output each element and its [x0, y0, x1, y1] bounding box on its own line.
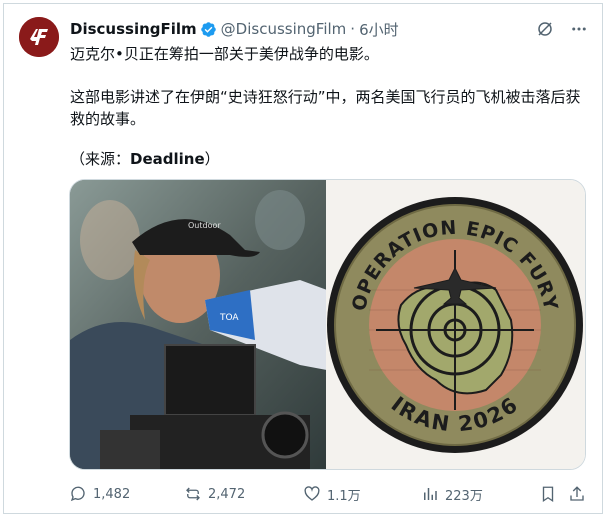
- more-dots-icon: [572, 27, 586, 31]
- grok-button[interactable]: [535, 19, 555, 39]
- more-options-button[interactable]: [569, 19, 589, 39]
- post-time[interactable]: 6小时: [359, 19, 399, 40]
- like-count: 1.1万: [327, 488, 361, 504]
- heart-icon: [304, 486, 320, 501]
- cap-logo-text: Outdoor: [188, 221, 221, 230]
- share-button[interactable]: [568, 485, 586, 503]
- director-photo-illustration: Outdoor TOA: [70, 180, 326, 469]
- director-photo[interactable]: Outdoor TOA: [70, 180, 326, 469]
- like-button[interactable]: 1.1万: [303, 485, 361, 504]
- reply-button[interactable]: 1,482: [69, 485, 130, 503]
- verified-badge-icon: [200, 21, 216, 37]
- bookmark-icon: [542, 486, 554, 503]
- top-actions: [535, 19, 589, 39]
- post-text-line2: 这部电影讲述了在伊朗“史诗狂怒行动”中，两名美国飞行员的飞机被击落后获救的故事。: [70, 88, 581, 128]
- discussingfilm-logo: [19, 17, 59, 57]
- megaphone-text: TOA: [219, 313, 239, 323]
- mission-patch-svg: OPERATION EPIC FURY IRAN 2026: [327, 197, 583, 453]
- views-button[interactable]: 223万: [421, 485, 483, 504]
- mission-patch-image[interactable]: OPERATION EPIC FURY IRAN 2026: [326, 180, 585, 469]
- share-icon: [570, 486, 584, 501]
- post-source: （来源：Deadline）: [70, 148, 585, 170]
- source-name: Deadline: [130, 150, 205, 168]
- source-prefix: （来源：: [70, 150, 131, 168]
- views-bar-icon: [424, 488, 437, 500]
- repost-icon: [186, 487, 200, 501]
- grok-icon: [538, 22, 552, 36]
- bookmark-button[interactable]: [539, 485, 557, 503]
- avatar[interactable]: [19, 17, 59, 57]
- reply-count: 1,482: [93, 486, 131, 502]
- separator-dot: ·: [350, 20, 356, 38]
- action-bar: 1,482 2,472 1.1万 223万: [69, 483, 589, 505]
- media-grid: Outdoor TOA OPERATION EPIC FURY IRAN 202…: [69, 179, 586, 470]
- author-handle[interactable]: @DiscussingFilm: [221, 20, 347, 38]
- repost-count: 2,472: [208, 486, 246, 502]
- reply-icon: [70, 486, 85, 502]
- post-text-line1: 迈克尔•贝正在筹拍一部关于美伊战争的电影。: [70, 45, 379, 63]
- tweet-header: DiscussingFilm @DiscussingFilm · 6小时: [70, 18, 399, 40]
- author-name[interactable]: DiscussingFilm: [70, 20, 197, 38]
- source-suffix: ）: [204, 150, 220, 168]
- repost-button[interactable]: 2,472: [184, 485, 245, 503]
- views-count: 223万: [445, 488, 483, 504]
